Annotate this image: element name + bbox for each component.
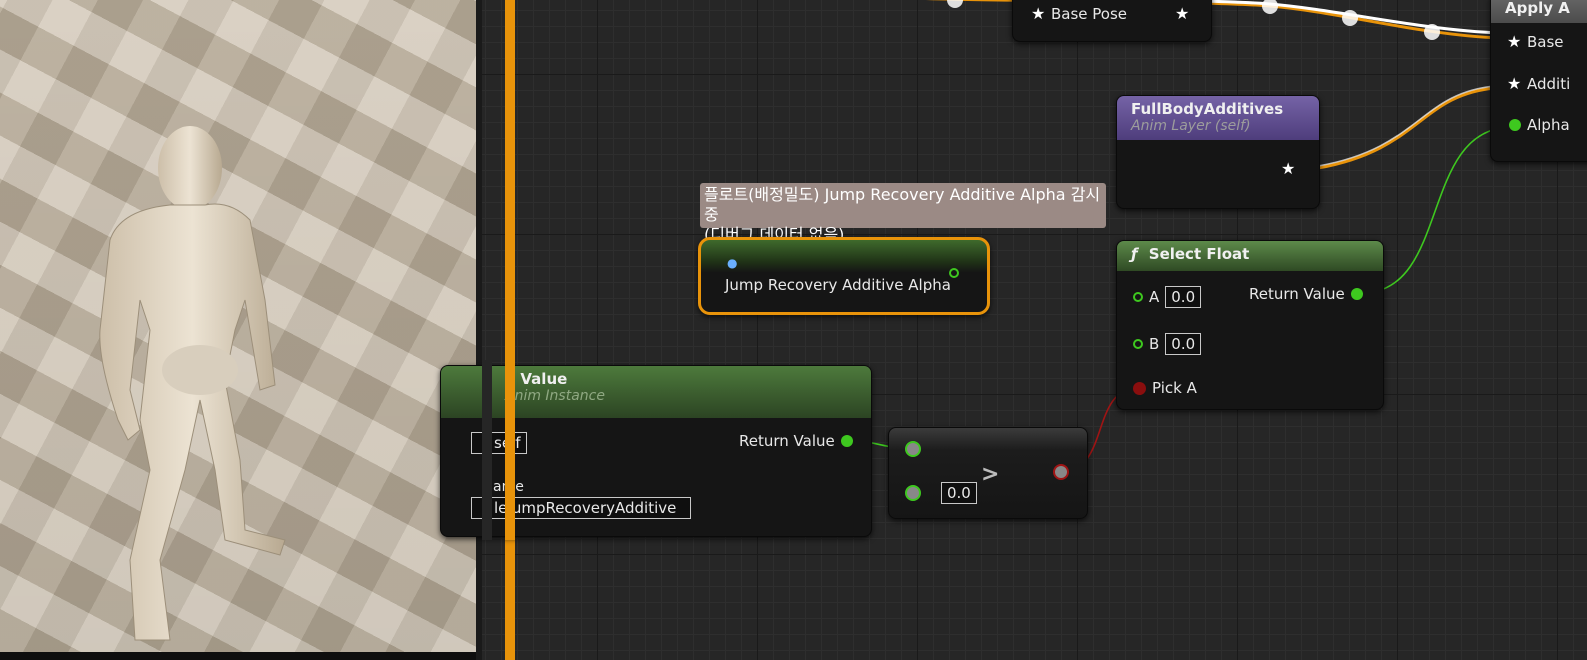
base-pose-node[interactable]: ★ Base Pose ★	[1012, 0, 1212, 42]
pin-b-value-field[interactable]: 0.0	[1165, 333, 1202, 355]
apply-additive-title: Apply A	[1505, 0, 1570, 17]
select-float-title: Select Float	[1148, 245, 1250, 263]
base-pose-pin[interactable]: ★ Base Pose	[1031, 4, 1128, 24]
pose-pin-icon: ★	[1507, 74, 1522, 93]
return-value-label: Return Value	[1249, 285, 1345, 303]
function-icon: ƒ	[1131, 245, 1138, 263]
pose-pin-icon: ★	[1031, 4, 1046, 23]
greater-symbol-text: >	[981, 462, 1000, 487]
watch-tooltip: 플로트(배정밀도) Jump Recovery Additive Alpha 감…	[700, 183, 1106, 244]
preview-viewport[interactable]	[0, 0, 476, 652]
additive-pin-label: Additi	[1527, 75, 1571, 93]
greater-a-pin[interactable]	[905, 441, 921, 457]
select-float-node[interactable]: ƒ Select Float A 0.0 B 0.0 Pick A Return…	[1116, 240, 1384, 410]
pin-b-label: B	[1149, 335, 1160, 353]
float-pin-icon	[1133, 292, 1143, 302]
exec-wire	[505, 0, 515, 660]
bool-pin-icon	[1133, 381, 1146, 395]
pose-pin-icon: ★	[1507, 32, 1522, 51]
select-float-return-pin[interactable]: Return Value	[1249, 285, 1363, 303]
viewport-bottom-edge	[0, 652, 476, 660]
apply-additive-alpha-pin[interactable]: Alpha	[1509, 116, 1570, 134]
anim-layer-title: FullBodyAdditives	[1131, 100, 1284, 118]
pin-a-label: A	[1149, 288, 1160, 306]
tooltip-line-1: 플로트(배정밀도) Jump Recovery Additive Alpha 감…	[704, 185, 1101, 224]
float-pin-icon	[905, 485, 921, 501]
anim-layer-header: FullBodyAdditives Anim Layer (self)	[1117, 96, 1319, 140]
apply-additive-header: Apply A	[1491, 0, 1587, 23]
variable-label-row: Jump Recovery Additive Alpha	[725, 276, 951, 294]
base-pin-label: Base	[1527, 33, 1564, 51]
select-float-header: ƒ Select Float	[1117, 241, 1383, 271]
base-pose-label: Base Pose	[1051, 5, 1128, 23]
apply-additive-node[interactable]: Apply A ★ Base ★ Additi Alpha	[1490, 0, 1587, 162]
pin-a-value-field[interactable]: 0.0	[1165, 286, 1202, 308]
greater-b-pin[interactable]: 0.0	[905, 482, 977, 504]
anim-layer-output-pin[interactable]: ★	[1281, 160, 1295, 178]
greater-b-value-field[interactable]: 0.0	[941, 482, 977, 504]
curve-value-title: e Value	[505, 370, 568, 388]
apply-additive-base-pin[interactable]: ★ Base	[1507, 32, 1564, 52]
pick-a-label: Pick A	[1152, 379, 1197, 397]
return-value-label: Return Value	[739, 432, 835, 450]
float-pin-icon	[840, 435, 853, 447]
bool-pin-icon	[1053, 464, 1069, 480]
graph-edge-mask	[482, 360, 492, 540]
apply-additive-additive-pin[interactable]: ★ Additi	[1507, 74, 1571, 94]
pose-pin-icon: ★	[1175, 4, 1190, 23]
pose-pin-icon: ★	[1281, 159, 1296, 178]
target-value-field[interactable]: self	[471, 432, 527, 454]
float-pin-icon	[1133, 339, 1143, 349]
alpha-pin-label: Alpha	[1527, 116, 1570, 134]
anim-layer-subtitle: Anim Layer (self)	[1131, 118, 1251, 134]
variable-output-pin[interactable]	[949, 268, 959, 278]
float-pin-icon	[1350, 288, 1363, 300]
variable-label: Jump Recovery Additive Alpha	[725, 276, 951, 294]
greater-than-node[interactable]: 0.0 >	[888, 427, 1088, 519]
greater-output-pin[interactable]	[1053, 464, 1069, 480]
exec-wire-overlay	[505, 360, 515, 540]
float-pin-icon	[1509, 119, 1521, 131]
select-float-pick-a-pin[interactable]: Pick A	[1133, 379, 1197, 397]
curve-value-return-pin[interactable]: Return Value	[739, 432, 853, 450]
curve-value-subtitle: Anim Instance	[505, 388, 605, 404]
full-body-additives-node[interactable]: FullBodyAdditives Anim Layer (self) ★	[1116, 95, 1320, 209]
anim-graph-canvas[interactable]	[482, 0, 1587, 660]
base-pose-output-pin[interactable]: ★	[1175, 5, 1189, 23]
character-mannequin	[99, 126, 286, 641]
select-float-a-pin[interactable]: A 0.0	[1133, 286, 1202, 308]
float-pin-icon	[949, 268, 959, 278]
target-pin[interactable]: self	[471, 432, 527, 454]
select-float-b-pin[interactable]: B 0.0	[1133, 333, 1202, 355]
watch-icon: ●	[727, 256, 738, 270]
float-pin-icon	[905, 441, 921, 457]
jump-recovery-alpha-variable-node[interactable]: ● Jump Recovery Additive Alpha	[698, 237, 990, 315]
greater-symbol: >	[981, 462, 999, 487]
